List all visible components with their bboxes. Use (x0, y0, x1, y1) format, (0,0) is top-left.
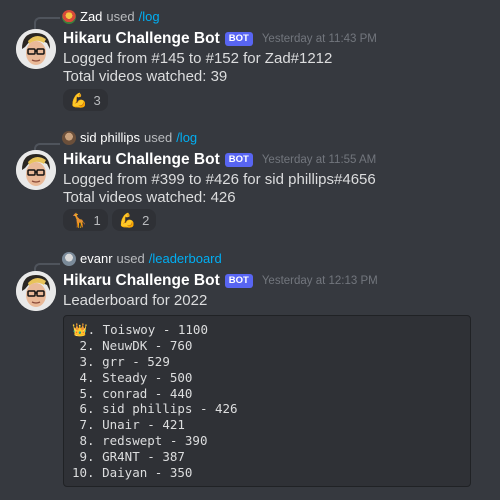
leaderboard-entry: conrad - 440 (102, 385, 193, 401)
evanr-avatar (62, 251, 76, 266)
reply-used: used (116, 251, 145, 266)
rank-number: 6. (72, 401, 95, 417)
crown-icon: 👑. (72, 322, 96, 337)
leaderboard-codeblock: 👑. Toiswoy - 1100 2. NeuwDK - 760 3. grr… (63, 315, 471, 487)
leaderboard-entry: Unair - 421 (102, 417, 185, 433)
leaderboard-row: 5. conrad - 440 (72, 386, 462, 402)
rank-number: 8. (72, 433, 95, 449)
rank-number: 2. (72, 337, 95, 353)
leaderboard-row: 7. Unair - 421 (72, 417, 462, 433)
reply-context[interactable]: evanr used /leaderboard (62, 251, 222, 266)
rank-number: 5. (72, 385, 95, 401)
leaderboard-row: 👑. Toiswoy - 1100 (72, 322, 462, 338)
bot-avatar-image (16, 271, 56, 311)
bot-badge: BOT (224, 274, 253, 288)
leaderboard-entry: Steady - 500 (102, 369, 193, 385)
leaderboard-row: 6. sid phillips - 426 (72, 401, 462, 417)
rank-number: 9. (72, 449, 95, 465)
author-name[interactable]: Hikaru Challenge Bot (63, 272, 220, 290)
reply-username[interactable]: evanr (80, 251, 113, 266)
rank-number: 3. (72, 353, 95, 369)
leaderboard-entry: NeuwDK - 760 (102, 337, 193, 353)
rank-number: 7. (72, 417, 95, 433)
leaderboard-entry: GR4NT - 387 (102, 449, 185, 465)
reply-command[interactable]: /leaderboard (149, 251, 222, 266)
rank-number: 4. (72, 369, 95, 385)
timestamp[interactable]: Yesterday at 12:13 PM (262, 275, 378, 287)
leaderboard-row: 3. grr - 529 (72, 354, 462, 370)
leaderboard-entry: Toiswoy - 1100 (102, 322, 208, 337)
leaderboard-row: 10. Daiyan - 350 (72, 465, 462, 481)
message-line: Leaderboard for 2022 (63, 292, 208, 309)
message-3: evanr used /leaderboard Hikaru Challenge… (0, 0, 500, 500)
leaderboard-row: 2. NeuwDK - 760 (72, 338, 462, 354)
leaderboard-entry: Daiyan - 350 (102, 465, 193, 481)
leaderboard-entry: grr - 529 (102, 353, 170, 369)
leaderboard-entry: sid phillips - 426 (102, 401, 238, 417)
leaderboard-entry: redswept - 390 (102, 433, 208, 449)
leaderboard-row: 4. Steady - 500 (72, 370, 462, 386)
rank-number: 10. (72, 465, 95, 481)
message-header: Hikaru Challenge Bot BOT Yesterday at 12… (63, 272, 378, 290)
leaderboard-row: 8. redswept - 390 (72, 433, 462, 449)
bot-avatar[interactable] (16, 271, 56, 311)
leaderboard-row: 9. GR4NT - 387 (72, 449, 462, 465)
